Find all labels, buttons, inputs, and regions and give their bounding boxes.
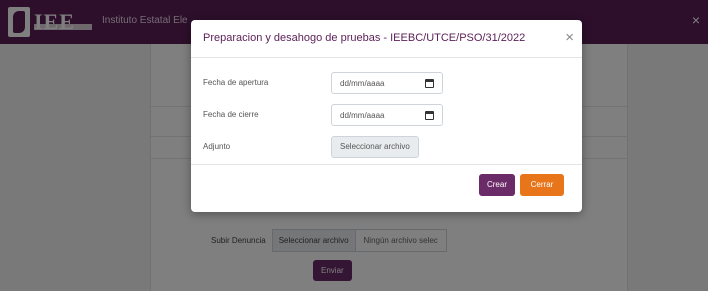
calendar-icon[interactable] [425, 79, 434, 88]
modal-header: Preparacion y desahogo de pruebas - IEEB… [191, 20, 582, 58]
evidence-modal: Preparacion y desahogo de pruebas - IEEB… [191, 20, 582, 212]
attachment-row: Adjunto Seleccionar archivo [203, 136, 573, 158]
modal-title: Preparacion y desahogo de pruebas - IEEB… [203, 32, 526, 44]
close-icon[interactable]: × [565, 29, 574, 46]
closing-date-label: Fecha de cierre [203, 110, 259, 119]
attachment-label: Adjunto [203, 142, 231, 151]
opening-date-input[interactable]: dd/mm/aaaa [331, 72, 443, 94]
opening-date-placeholder: dd/mm/aaaa [340, 79, 385, 88]
opening-date-row: Fecha de apertura dd/mm/aaaa [203, 72, 573, 94]
cancel-button[interactable]: Cerrar [520, 174, 564, 196]
closing-date-row: Fecha de cierre dd/mm/aaaa [203, 104, 573, 126]
create-button[interactable]: Crear [479, 174, 515, 196]
modal-footer-divider [191, 164, 582, 165]
calendar-icon[interactable] [425, 111, 434, 120]
closing-date-input[interactable]: dd/mm/aaaa [331, 104, 443, 126]
opening-date-label: Fecha de apertura [203, 78, 269, 87]
closing-date-placeholder: dd/mm/aaaa [340, 111, 385, 120]
attachment-file-button[interactable]: Seleccionar archivo [331, 136, 419, 158]
